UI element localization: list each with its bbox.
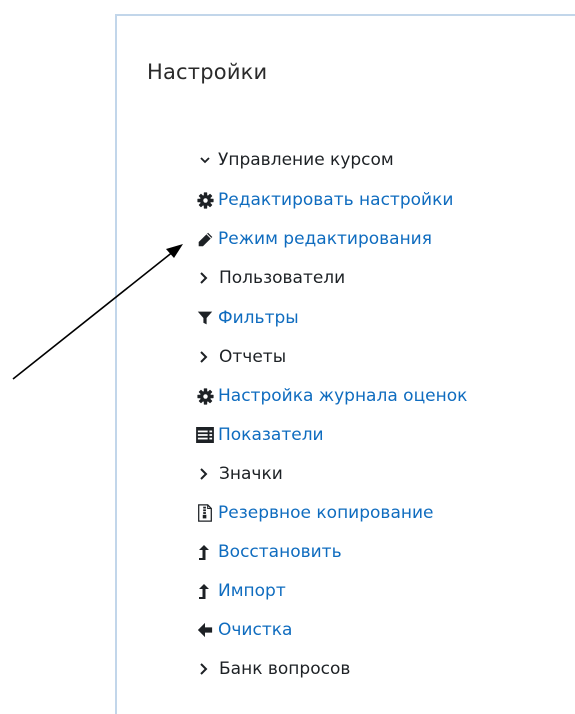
nav-item-label: Фильтры [218,308,299,328]
nav-restore[interactable]: Восстановить [195,542,342,562]
nav-item-label: Импорт [218,581,286,601]
nav-item-label: Очистка [218,620,293,640]
pencil-icon [195,229,215,249]
nav-item-label: Показатели [218,425,324,445]
panel-title: Настройки [147,60,268,84]
nav-item-label: Значки [219,464,283,484]
chevron-right-icon [197,467,211,481]
nav-badges[interactable]: Значки [197,464,283,484]
nav-filters[interactable]: Фильтры [195,308,299,328]
nav-import[interactable]: Импорт [195,581,286,601]
nav-reports[interactable]: Отчеты [197,347,286,367]
nav-item-label: Резервное копирование [218,503,434,523]
nav-item-label: Пользователи [219,268,346,288]
nav-item-label: Отчеты [219,347,287,367]
nav-users[interactable]: Пользователи [197,268,345,288]
nav-outcomes[interactable]: Показатели [195,425,324,445]
chevron-right-icon [197,350,211,364]
arrow-left-icon [195,620,215,640]
nav-course-management[interactable]: Управление курсом [195,150,394,170]
filter-icon [195,308,215,328]
nav-item-label: Режим редактирования [218,229,432,249]
nav-gradebook-setup[interactable]: Настройка журнала оценок [195,386,467,406]
nav-edit-mode[interactable]: Режим редактирования [195,229,432,249]
nav-backup[interactable]: Резервное копирование [195,503,433,523]
archive-icon [195,503,215,523]
table-icon [195,425,215,445]
nav-item-label: Редактировать настройки [218,190,454,210]
chevron-right-icon [197,662,211,676]
chevron-down-icon [195,150,215,170]
nav-question-bank[interactable]: Банк вопросов [197,659,350,679]
upload-arrow-icon [195,581,215,601]
settings-panel: Настройки Управление курсом Редактироват… [115,14,575,714]
nav-item-label: Банк вопросов [219,659,351,679]
gear-icon [195,386,215,406]
nav-item-label: Восстановить [218,542,342,562]
nav-edit-settings[interactable]: Редактировать настройки [195,190,453,210]
nav-reset[interactable]: Очистка [195,620,292,640]
chevron-right-icon [197,271,211,285]
nav-item-label: Управление курсом [218,150,394,170]
nav-item-label: Настройка журнала оценок [218,386,468,406]
gear-icon [195,190,215,210]
upload-arrow-icon [195,542,215,562]
